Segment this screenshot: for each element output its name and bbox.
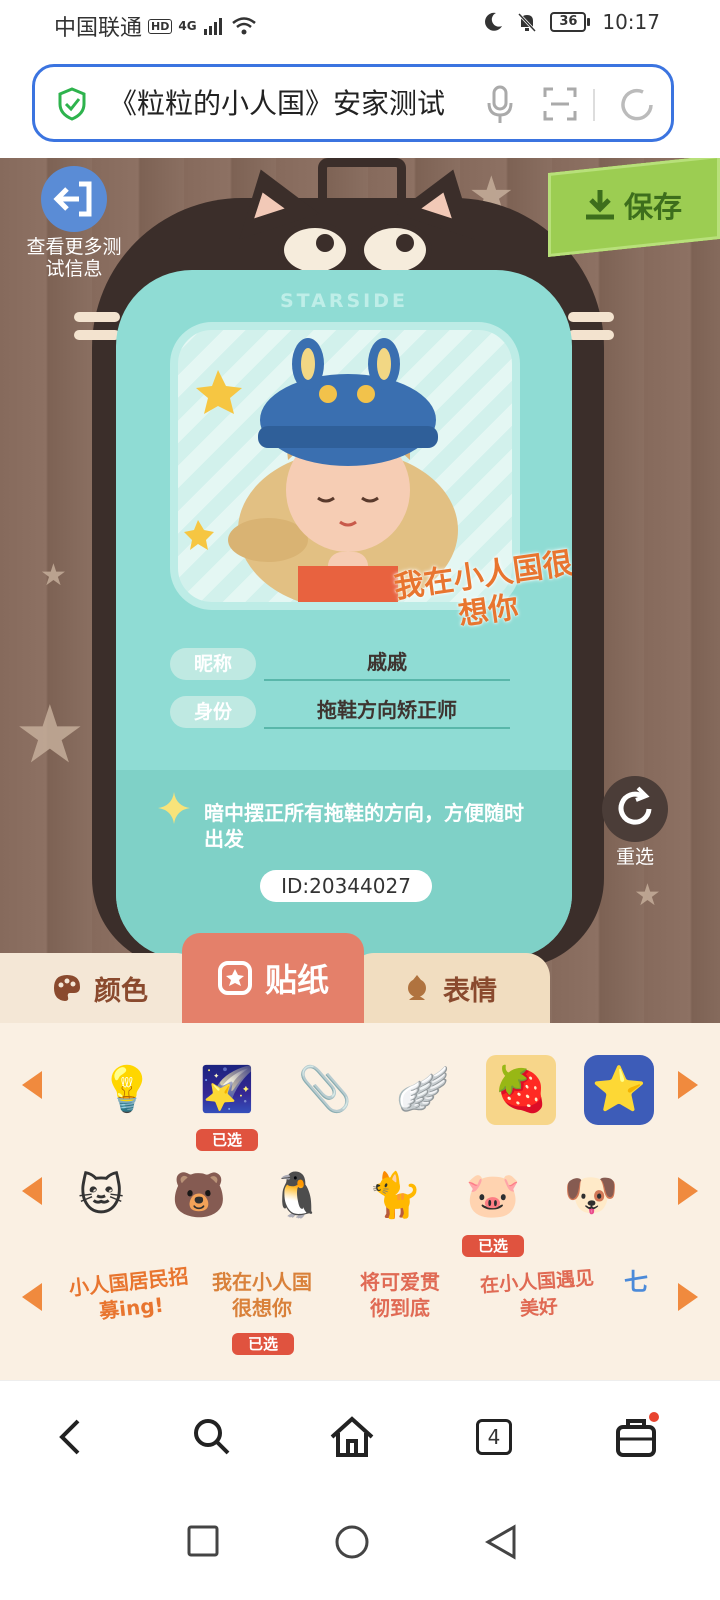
sticker-brown-cat-hat[interactable]: 🐻 xyxy=(164,1161,234,1231)
identity-row: 身份 拖鞋方向矫正师 xyxy=(170,694,510,729)
tab-sticker-label: 贴纸 xyxy=(264,961,329,999)
row3-prev-arrow[interactable] xyxy=(22,1283,42,1311)
tab-color-label: 颜色 xyxy=(94,975,148,1007)
home-icon[interactable] xyxy=(324,1409,380,1465)
whisker-left xyxy=(74,330,120,340)
sticker-text-meet[interactable]: 在小人国遇见美好 xyxy=(474,1265,601,1326)
address-bar[interactable]: 《粒粒的小人国》安家测试 xyxy=(32,64,674,142)
sticker-text-partial[interactable]: 七 xyxy=(624,1269,648,1295)
sticker-dog[interactable]: 🐶 xyxy=(556,1161,626,1231)
exit-icon xyxy=(41,166,107,232)
status-bar: 中国联通 HD 4G 36 10:17 xyxy=(0,0,720,50)
refresh-icon xyxy=(602,776,668,842)
tab-emotion-label: 表情 xyxy=(443,975,497,1007)
game-area: ★ ★ ★ ★ STARSIDE 我在小人国很想你 昵称 戚戚 身份 拖鞋方向矫… xyxy=(0,158,720,1023)
reselect-button[interactable]: 重选 xyxy=(598,776,672,868)
profile-card: STARSIDE 我在小人国很想你 昵称 戚戚 身份 拖鞋方向矫正师 xyxy=(116,270,572,958)
search-icon[interactable] xyxy=(184,1409,240,1465)
battery-indicator: 36 xyxy=(550,12,591,32)
identity-value: 拖鞋方向矫正师 xyxy=(264,694,510,729)
brand-text: STARSIDE xyxy=(279,290,408,312)
sticker-fruit-frame[interactable]: 🍓 xyxy=(486,1055,556,1125)
row3-next-arrow[interactable] xyxy=(678,1283,698,1311)
save-button[interactable]: 保存 xyxy=(624,184,682,226)
identity-label: 身份 xyxy=(170,695,256,728)
reload-icon[interactable] xyxy=(617,85,657,125)
row2-prev-arrow[interactable] xyxy=(22,1177,42,1205)
nickname-row: 昵称 戚戚 xyxy=(170,646,510,681)
home-circle-icon[interactable] xyxy=(334,1524,370,1560)
selected-badge: 已选 xyxy=(196,1129,258,1151)
battery-level: 36 xyxy=(550,12,587,32)
selected-badge: 已选 xyxy=(232,1333,294,1355)
sticker-row-2: 🐱 🐻 🐧 🐈 🐷 已选 🐶 xyxy=(0,1151,720,1257)
address-divider xyxy=(593,89,595,121)
sticker-row-1: 💡 🌠 已选 📎 🪽 🍓 ⭐ xyxy=(0,1045,720,1151)
sticker-lightbulb[interactable]: 💡 xyxy=(92,1055,162,1125)
star-decoration: ★ xyxy=(40,558,67,593)
tab-emotion[interactable]: 表情 xyxy=(350,953,550,1023)
network-type: 4G xyxy=(178,19,197,33)
toolbox-icon[interactable] xyxy=(608,1409,664,1465)
tab-sticker[interactable]: 贴纸 xyxy=(182,933,364,1023)
sticker-penguin-headphones[interactable]: 🐧 xyxy=(262,1161,332,1231)
sticker-text-miss-you[interactable]: 我在小人国很想你 xyxy=(204,1269,320,1321)
sticker-text-cute[interactable]: 将可爱贯彻到底 xyxy=(352,1269,448,1321)
row1-next-arrow[interactable] xyxy=(678,1071,698,1099)
more-info-button[interactable]: 查看更多测试信息 xyxy=(22,166,126,280)
scan-icon[interactable] xyxy=(543,87,577,121)
nickname-label: 昵称 xyxy=(170,647,256,680)
whisker-right xyxy=(568,312,614,322)
moon-icon xyxy=(485,12,503,31)
sticker-paperclip[interactable]: 📎 xyxy=(290,1055,360,1125)
sticker-text-recruit[interactable]: 小人国居民招募ing! xyxy=(68,1263,193,1327)
clock: 10:17 xyxy=(602,10,660,34)
player-id: ID:20344027 xyxy=(260,870,432,902)
system-nav-bar xyxy=(0,1490,720,1600)
category-tabs: 颜色 表情 贴纸 xyxy=(0,933,720,1023)
tab-count: 4 xyxy=(476,1419,512,1455)
carrier-name: 中国联通 xyxy=(54,16,143,41)
whisker-left xyxy=(74,312,120,322)
wifi-icon xyxy=(231,17,256,35)
row1-prev-arrow[interactable] xyxy=(22,1071,42,1099)
star-decoration: ★ xyxy=(14,688,86,781)
sticker-blue-wing[interactable]: 🪽 xyxy=(388,1055,458,1125)
face-icon xyxy=(408,975,426,1000)
sticker-icon xyxy=(217,961,252,995)
back-triangle-icon[interactable] xyxy=(484,1524,518,1560)
more-info-label: 查看更多测试信息 xyxy=(26,236,122,280)
identity-description: 暗中摆正所有拖鞋的方向，方便随时出发 xyxy=(204,801,524,851)
back-icon[interactable] xyxy=(44,1409,100,1465)
sticker-green-cat[interactable]: 🐱 xyxy=(66,1161,136,1231)
signal-icon xyxy=(203,18,222,35)
address-bar-container: 《粒粒的小人国》安家测试 xyxy=(0,50,720,158)
row2-next-arrow[interactable] xyxy=(678,1177,698,1205)
tabs-button[interactable]: 4 xyxy=(466,1409,522,1465)
sticker-black-cat[interactable]: 🐈 xyxy=(360,1161,430,1231)
whisker-right xyxy=(568,330,614,340)
secure-shield-icon xyxy=(58,87,86,121)
page-title-text[interactable]: 《粒粒的小人国》安家测试 xyxy=(109,83,499,125)
palette-icon xyxy=(54,975,80,1001)
sticker-panel: 💡 🌠 已选 📎 🪽 🍓 ⭐ 🐱 🐻 🐧 🐈 🐷 已选 🐶 小人国居民招募ing… xyxy=(0,1023,720,1380)
mute-bell-icon xyxy=(518,12,537,33)
download-icon xyxy=(586,190,614,220)
microphone-icon[interactable] xyxy=(487,85,513,125)
selected-badge: 已选 xyxy=(462,1235,524,1257)
sticker-star-frame[interactable]: ⭐ xyxy=(584,1055,654,1125)
star-decoration: ★ xyxy=(634,878,661,913)
hd-badge: HD xyxy=(148,18,173,34)
sparkle-icon xyxy=(158,792,190,824)
status-left: 中国联通 HD 4G xyxy=(54,10,257,42)
sticker-pink-pig[interactable]: 🐷 xyxy=(458,1161,528,1231)
reselect-label: 重选 xyxy=(615,846,654,868)
status-right: 36 10:17 xyxy=(482,10,660,34)
sticker-row-3: 小人国居民招募ing! 我在小人国很想你 已选 将可爱贯彻到底 在小人国遇见美好… xyxy=(0,1257,720,1357)
tab-color[interactable]: 颜色 xyxy=(0,953,200,1023)
browser-bottom-nav: 4 xyxy=(0,1380,720,1490)
sticker-shooting-star[interactable]: 🌠 xyxy=(192,1055,262,1125)
nickname-value: 戚戚 xyxy=(264,646,510,681)
recent-apps-icon[interactable] xyxy=(186,1524,220,1558)
